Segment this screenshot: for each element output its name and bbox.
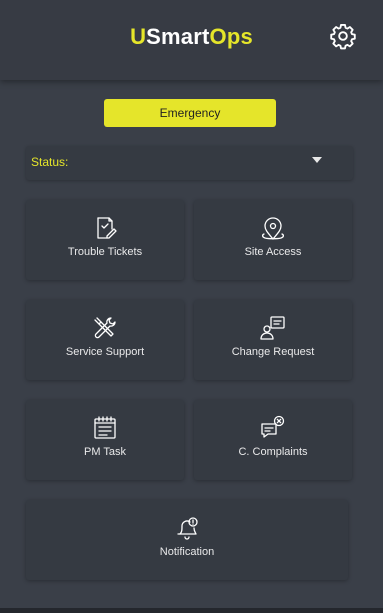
app-logo: USmartOps bbox=[0, 24, 383, 50]
tools-icon bbox=[94, 317, 116, 339]
complaint-chat-icon bbox=[261, 415, 285, 438]
change-request-tile[interactable]: Change Request bbox=[194, 300, 352, 380]
emergency-button[interactable]: Emergency bbox=[104, 99, 276, 127]
trouble-tickets-tile[interactable]: Trouble Tickets bbox=[26, 200, 184, 280]
location-pin-icon bbox=[261, 217, 285, 240]
task-list-icon bbox=[94, 416, 116, 439]
logo-letter-u: U bbox=[130, 24, 147, 49]
tile-label: PM Task bbox=[84, 446, 126, 458]
logo-smart: Smart bbox=[146, 24, 210, 49]
status-label: Status: bbox=[31, 155, 69, 169]
bottom-divider bbox=[0, 608, 383, 613]
tile-label: Change Request bbox=[231, 346, 315, 358]
tile-label: Service Support bbox=[65, 346, 145, 358]
notification-tile[interactable]: Notification bbox=[26, 500, 348, 580]
chevron-down-icon bbox=[312, 157, 322, 163]
tile-label: C. Complaints bbox=[238, 446, 308, 458]
ticket-icon bbox=[97, 217, 117, 239]
pm-task-tile[interactable]: PM Task bbox=[26, 400, 184, 480]
site-access-tile[interactable]: Site Access bbox=[194, 200, 352, 280]
tile-label: Site Access bbox=[244, 246, 302, 258]
tile-label: Trouble Tickets bbox=[67, 246, 143, 258]
complaints-tile[interactable]: C. Complaints bbox=[194, 400, 352, 480]
logo-ops: Ops bbox=[209, 24, 253, 49]
service-support-tile[interactable]: Service Support bbox=[26, 300, 184, 380]
app-header: USmartOps bbox=[0, 0, 383, 80]
status-dropdown[interactable]: Status: bbox=[26, 146, 353, 180]
bell-icon bbox=[177, 517, 198, 540]
gear-icon[interactable] bbox=[329, 22, 357, 50]
change-request-icon bbox=[260, 316, 285, 340]
tile-label: Notification bbox=[159, 546, 215, 558]
